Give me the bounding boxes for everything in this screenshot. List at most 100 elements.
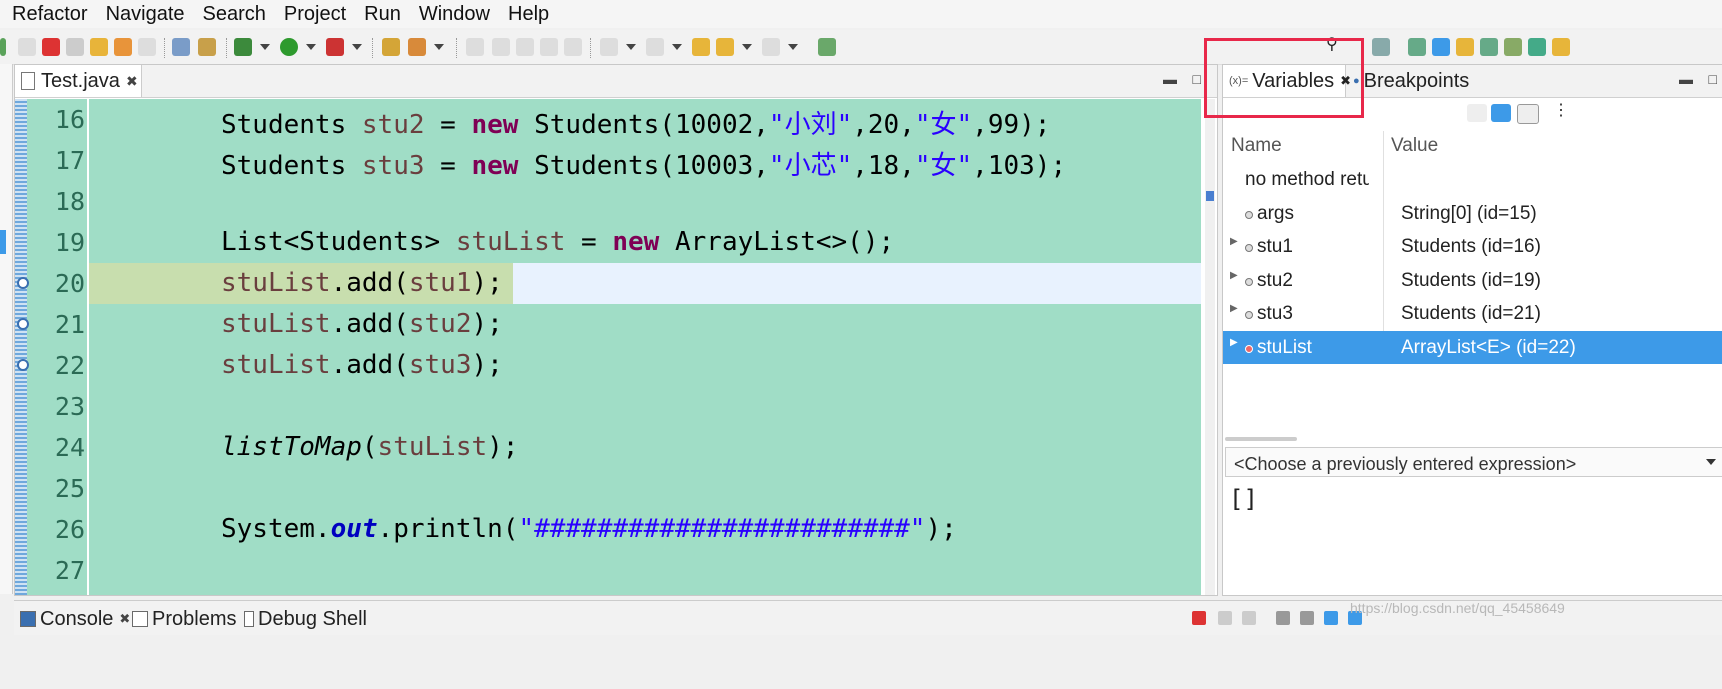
scroll-lock-icon[interactable] (1300, 611, 1314, 625)
toolbar-separator (372, 38, 374, 58)
code-text: stuList.add(stu3); (221, 350, 503, 380)
chevron-down-icon[interactable] (626, 44, 636, 50)
run-icon[interactable] (280, 38, 298, 56)
resource-perspective-icon[interactable] (1456, 38, 1474, 56)
ruler-marker[interactable] (1206, 191, 1214, 201)
team-perspective-icon[interactable] (1504, 38, 1522, 56)
chevron-down-icon[interactable] (1706, 459, 1716, 465)
new-wizard-icon[interactable] (408, 38, 426, 56)
close-icon[interactable]: ✖ (126, 73, 138, 90)
chevron-down-icon[interactable] (742, 44, 752, 50)
chevron-down-icon[interactable] (352, 44, 362, 50)
word-wrap-icon[interactable] (1324, 611, 1338, 625)
menu-search[interactable]: Search (197, 3, 272, 26)
collapse-all-icon[interactable] (1517, 104, 1539, 124)
chevron-down-icon[interactable] (788, 44, 798, 50)
resume-icon[interactable] (0, 38, 6, 56)
breakpoint-icon[interactable] (17, 359, 29, 371)
paragraph-icon[interactable] (564, 38, 582, 56)
perspective-icon[interactable] (1372, 38, 1390, 56)
menu-help[interactable]: Help (502, 3, 555, 26)
tab-problems[interactable]: Problems (132, 605, 236, 633)
disconnect-icon[interactable] (66, 38, 84, 56)
maximize-icon[interactable]: □ (1709, 71, 1717, 87)
code-area[interactable]: 16 Students stu2 = new Students(10002,"小… (15, 99, 1201, 595)
show-logical-structure-icon[interactable] (1491, 104, 1511, 122)
pin-icon[interactable] (466, 38, 484, 56)
minimize-icon[interactable]: ▬ (1679, 71, 1693, 87)
drop-to-frame-icon[interactable] (198, 38, 216, 56)
terminate-icon[interactable] (42, 38, 60, 56)
debug-icon[interactable] (234, 38, 252, 56)
expand-icon[interactable]: ▶ (1230, 270, 1238, 281)
line-number: 26 (54, 515, 85, 544)
maximize-icon[interactable]: □ (1193, 71, 1201, 87)
variable-row[interactable]: args String[0] (id=15) (1223, 197, 1722, 230)
variable-row[interactable]: ▶ stu1 Students (id=16) (1223, 230, 1722, 263)
chevron-down-icon[interactable] (306, 44, 316, 50)
overview-ruler[interactable] (1205, 99, 1215, 595)
tab-debug-shell[interactable]: Debug Shell (244, 605, 367, 633)
variable-row[interactable]: ▶ stu3 Students (id=21) (1223, 297, 1722, 330)
variable-row[interactable]: no method return (1223, 163, 1722, 196)
horizontal-scrollbar[interactable] (1225, 437, 1297, 441)
variable-row[interactable]: ▶ stu2 Students (id=19) (1223, 264, 1722, 297)
line-number: 21 (54, 310, 85, 339)
forward-icon[interactable] (762, 38, 780, 56)
breakpoint-icon[interactable] (17, 277, 29, 289)
remove-launch-icon[interactable] (1218, 611, 1232, 625)
column-name[interactable]: Name (1231, 135, 1282, 157)
clear-console-icon[interactable] (1276, 611, 1290, 625)
coverage-icon[interactable] (326, 38, 344, 56)
git-perspective-icon[interactable] (1480, 38, 1498, 56)
page-icon[interactable] (540, 38, 558, 56)
terminate-icon[interactable] (1192, 611, 1206, 625)
variable-row-selected[interactable]: ▶ stuList ArrayList<E> (id=22) (1223, 331, 1722, 364)
step-return-icon[interactable] (138, 38, 156, 56)
debug-perspective-icon[interactable] (1432, 38, 1450, 56)
menu-project[interactable]: Project (278, 3, 352, 26)
tab-console[interactable]: Console ✖ (20, 605, 130, 633)
chevron-down-icon[interactable] (672, 44, 682, 50)
expand-icon[interactable]: ▶ (1230, 303, 1238, 314)
prev-annotation-icon[interactable] (646, 38, 664, 56)
menu-refactor[interactable]: Refactor (6, 3, 94, 26)
suspend-icon[interactable] (18, 38, 36, 56)
step-over-icon[interactable] (114, 38, 132, 56)
more-perspective-icon[interactable] (1552, 38, 1570, 56)
close-icon[interactable]: ✖ (119, 611, 130, 627)
chevron-down-icon[interactable] (434, 44, 444, 50)
expand-icon[interactable]: ▶ (1230, 337, 1238, 348)
variable-value: Students (id=16) (1401, 236, 1541, 257)
tab-test-java[interactable]: Test.java ✖ (15, 65, 142, 97)
show-types-icon[interactable] (1467, 104, 1487, 122)
column-value[interactable]: Value (1391, 135, 1438, 157)
remove-all-icon[interactable] (1242, 611, 1256, 625)
next-annotation-icon[interactable] (600, 38, 618, 56)
breakpoint-icon[interactable] (17, 318, 29, 330)
back-icon[interactable] (716, 38, 734, 56)
local-variable-icon (1245, 211, 1253, 219)
java-perspective-icon[interactable] (1408, 38, 1426, 56)
menu-navigate[interactable]: Navigate (100, 3, 191, 26)
variable-name: stuList (1257, 337, 1312, 358)
minimize-icon[interactable]: ▬ (1163, 71, 1177, 87)
open-perspective-icon[interactable] (818, 38, 836, 56)
menu-run[interactable]: Run (358, 3, 407, 26)
menu-window[interactable]: Window (413, 3, 496, 26)
view-menu-icon[interactable]: ⋮ (1553, 100, 1573, 119)
toolbar-separator (164, 38, 166, 58)
tab-breakpoints[interactable]: ● Breakpoints (1347, 65, 1469, 97)
open-type-icon[interactable] (382, 38, 400, 56)
use-step-filters-icon[interactable] (172, 38, 190, 56)
web-perspective-icon[interactable] (1528, 38, 1546, 56)
debug-shell-tab-label: Debug Shell (258, 607, 367, 630)
mark-icon[interactable] (492, 38, 510, 56)
expand-icon[interactable]: ▶ (1230, 236, 1238, 247)
block-icon[interactable] (516, 38, 534, 56)
expression-combo[interactable]: <Choose a previously entered expression> (1225, 447, 1722, 477)
step-into-icon[interactable] (90, 38, 108, 56)
last-edit-icon[interactable] (692, 38, 710, 56)
problems-icon (132, 611, 148, 627)
chevron-down-icon[interactable] (260, 44, 270, 50)
